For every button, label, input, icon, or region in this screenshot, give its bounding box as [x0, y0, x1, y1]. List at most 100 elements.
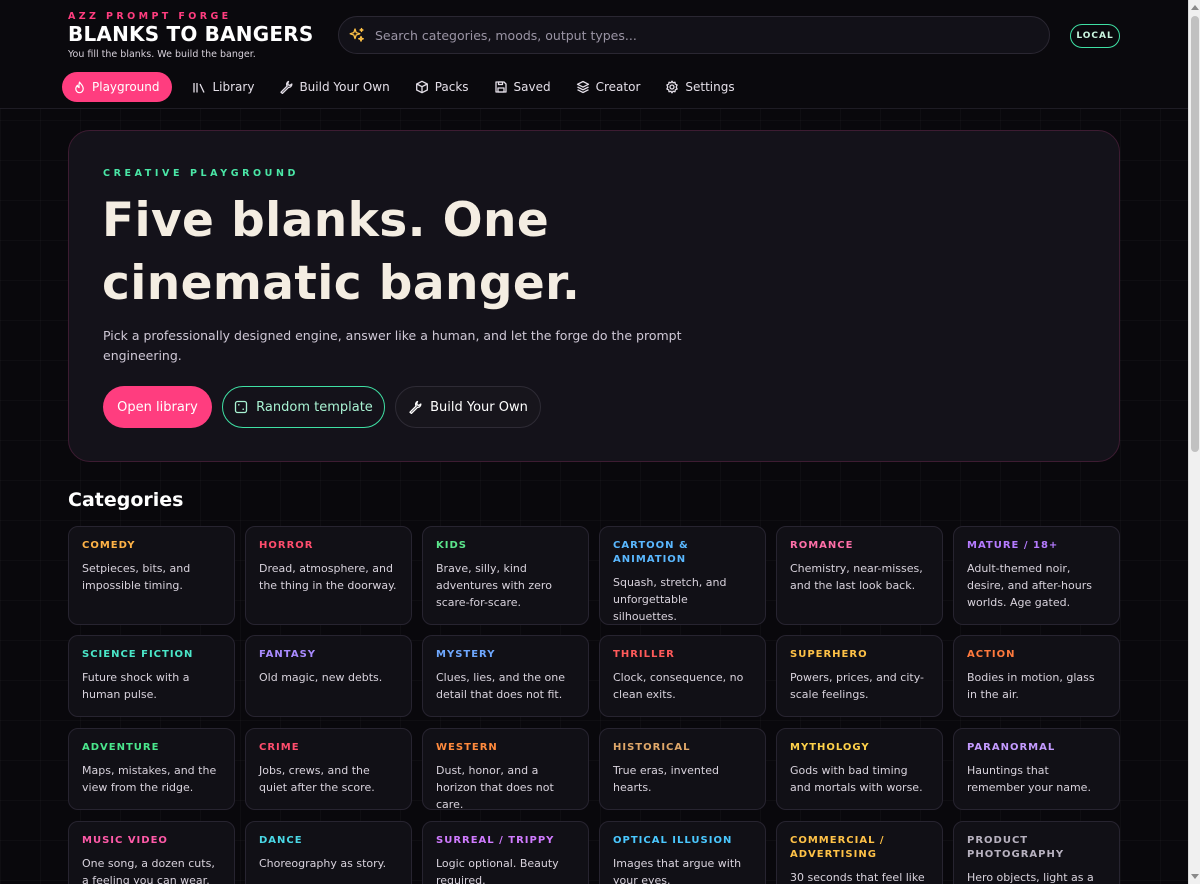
category-name: SURREAL / TRIPPY	[436, 835, 555, 846]
hero-description: Pick a professionally designed engine, a…	[103, 328, 682, 363]
wrench-icon	[280, 80, 293, 94]
nav-label: Playground	[92, 80, 160, 94]
gear-icon	[666, 80, 679, 94]
category-description: True eras, invented hearts.	[613, 764, 719, 794]
category-name: CARTOON & ANIMATION	[613, 540, 689, 565]
category-description: Powers, prices, and city-scale feelings.	[790, 671, 924, 701]
category-name: ADVENTURE	[82, 742, 160, 753]
category-card[interactable]: SCIENCE FICTION Future shock with a human…	[68, 635, 235, 717]
layers-icon	[576, 80, 589, 94]
category-description: 30 seconds that feel like a	[790, 871, 925, 884]
category-card[interactable]: HISTORICAL True eras, invented hearts.	[599, 728, 766, 810]
category-name: COMMERCIAL / ADVERTISING	[790, 835, 885, 860]
category-name: PRODUCT PHOTOGRAPHY	[967, 835, 1065, 860]
sparkles-icon	[349, 27, 365, 43]
category-name: WESTERN	[436, 742, 498, 753]
scroll-up-arrow-icon[interactable]	[1191, 5, 1199, 10]
category-description: Dust, honor, and a horizon that does not…	[436, 764, 554, 811]
category-description: Jobs, crews, and the quiet after the sco…	[259, 764, 375, 794]
nav-label: Build Your Own	[299, 80, 390, 94]
category-name: MYTHOLOGY	[790, 742, 870, 753]
category-description: Hero objects, light as a	[967, 871, 1094, 884]
search-bar[interactable]	[338, 16, 1050, 54]
box-icon	[415, 80, 428, 94]
nav-item-library[interactable]: Library	[182, 72, 264, 102]
category-description: Clock, consequence, no clean exits.	[613, 671, 744, 701]
category-card[interactable]: DANCE Choreography as story.	[245, 821, 412, 884]
category-card[interactable]: ACTION Bodies in motion, glass in the air…	[953, 635, 1120, 717]
category-description: Images that argue with your eyes.	[613, 857, 742, 884]
scrollbar-thumb[interactable]	[1191, 16, 1199, 452]
category-description: Brave, silly, kind adventures with zero …	[436, 562, 552, 609]
category-card[interactable]: ROMANCE Chemistry, near-misses, and the l…	[776, 526, 943, 625]
category-card[interactable]: COMEDY Setpieces, bits, and impossible ti…	[68, 526, 235, 625]
nav-item-saved[interactable]: Saved	[484, 72, 561, 102]
hero-title-line-2: cinematic banger.	[102, 256, 581, 311]
category-name: SCIENCE FICTION	[82, 649, 194, 660]
category-card[interactable]: SURREAL / TRIPPY Logic optional. Beauty r…	[422, 821, 589, 884]
page-scrollbar[interactable]	[1188, 0, 1200, 884]
nav-item-packs[interactable]: Packs	[405, 72, 479, 102]
build-your-own-button[interactable]: Build Your Own	[395, 386, 541, 428]
category-card[interactable]: PARANORMAL Hauntings that remember your n…	[953, 728, 1120, 810]
category-card[interactable]: MATURE / 18+ Adult-themed noir, desire, a…	[953, 526, 1120, 625]
hero-title: Five blanks. One cinematic banger.	[102, 189, 742, 315]
category-card[interactable]: PRODUCT PHOTOGRAPHY Hero objects, light a…	[953, 821, 1120, 884]
wrench-icon	[409, 400, 422, 414]
category-card[interactable]: CARTOON & ANIMATION Squash, stretch, and …	[599, 526, 766, 625]
scroll-down-arrow-icon[interactable]	[1191, 874, 1199, 879]
dice-icon	[235, 400, 248, 414]
category-name: SUPERHERO	[790, 649, 868, 660]
category-card[interactable]: ADVENTURE Maps, mistakes, and the view fr…	[68, 728, 235, 810]
nav-item-build-your-own[interactable]: Build Your Own	[269, 72, 399, 102]
category-name: PARANORMAL	[967, 742, 1056, 753]
button-label: Random template	[256, 399, 373, 415]
nav-label: Packs	[434, 80, 469, 94]
category-card[interactable]: KIDS Brave, silly, kind adventures with z…	[422, 526, 589, 625]
category-description: One song, a dozen cuts, a feeling you ca…	[82, 857, 215, 884]
category-description: Gods with bad timing and mortals with wo…	[790, 764, 923, 794]
nav-label: Settings	[685, 80, 735, 94]
categories-heading: Categories	[68, 489, 184, 511]
category-description: Adult-themed noir, desire, and after-hou…	[967, 562, 1092, 609]
main-nav: Playground Library Build Your Own Packs …	[62, 72, 750, 102]
category-card[interactable]: THRILLER Clock, consequence, no clean exi…	[599, 635, 766, 717]
nav-item-playground[interactable]: Playground	[62, 72, 173, 102]
books-icon	[193, 82, 206, 93]
brand-title[interactable]: BLANKS TO BANGERS	[68, 22, 313, 46]
search-input[interactable]	[375, 27, 1015, 43]
category-card[interactable]: MYSTERY Clues, lies, and the one detail t…	[422, 635, 589, 717]
open-library-button[interactable]: Open library	[103, 386, 212, 428]
category-description: Logic optional. Beauty required.	[436, 857, 559, 884]
nav-label: Library	[212, 80, 255, 94]
button-label: Build Your Own	[430, 399, 528, 415]
category-card[interactable]: WESTERN Dust, honor, and a horizon that d…	[422, 728, 589, 811]
category-card[interactable]: HORROR Dread, atmosphere, and the thing i…	[245, 526, 412, 625]
category-card[interactable]: MUSIC VIDEO One song, a dozen cuts, a fee…	[68, 821, 235, 884]
category-description: Old magic, new debts.	[259, 671, 383, 684]
category-name: HISTORICAL	[613, 742, 691, 753]
random-template-button[interactable]: Random template	[222, 386, 385, 428]
category-card[interactable]: OPTICAL ILLUSION Images that argue with y…	[599, 821, 766, 884]
flame-icon	[75, 81, 84, 93]
category-name: MATURE / 18+	[967, 540, 1059, 551]
category-description: Bodies in motion, glass in the air.	[967, 671, 1095, 701]
category-name: MYSTERY	[436, 649, 496, 660]
status-badge: LOCAL	[1070, 24, 1120, 48]
category-description: Dread, atmosphere, and the thing in the …	[259, 562, 397, 592]
save-icon	[494, 81, 507, 93]
category-card[interactable]: SUPERHERO Powers, prices, and city-scale …	[776, 635, 943, 717]
category-name: HORROR	[259, 540, 314, 551]
category-card[interactable]: FANTASY Old magic, new debts.	[245, 635, 412, 717]
brand-kicker: AZZ PROMPT FORGE	[68, 11, 232, 22]
category-name: ROMANCE	[790, 540, 854, 551]
category-card[interactable]: COMMERCIAL / ADVERTISING 30 seconds that …	[776, 821, 943, 884]
category-name: ACTION	[967, 649, 1016, 660]
nav-item-creator[interactable]: Creator	[566, 72, 651, 102]
category-name: THRILLER	[613, 649, 675, 660]
category-card[interactable]: CRIME Jobs, crews, and the quiet after th…	[245, 728, 412, 810]
nav-label: Saved	[513, 80, 551, 94]
category-card[interactable]: MYTHOLOGY Gods with bad timing and mortal…	[776, 728, 943, 810]
category-description: Choreography as story.	[259, 857, 387, 870]
nav-item-settings[interactable]: Settings	[655, 72, 744, 102]
